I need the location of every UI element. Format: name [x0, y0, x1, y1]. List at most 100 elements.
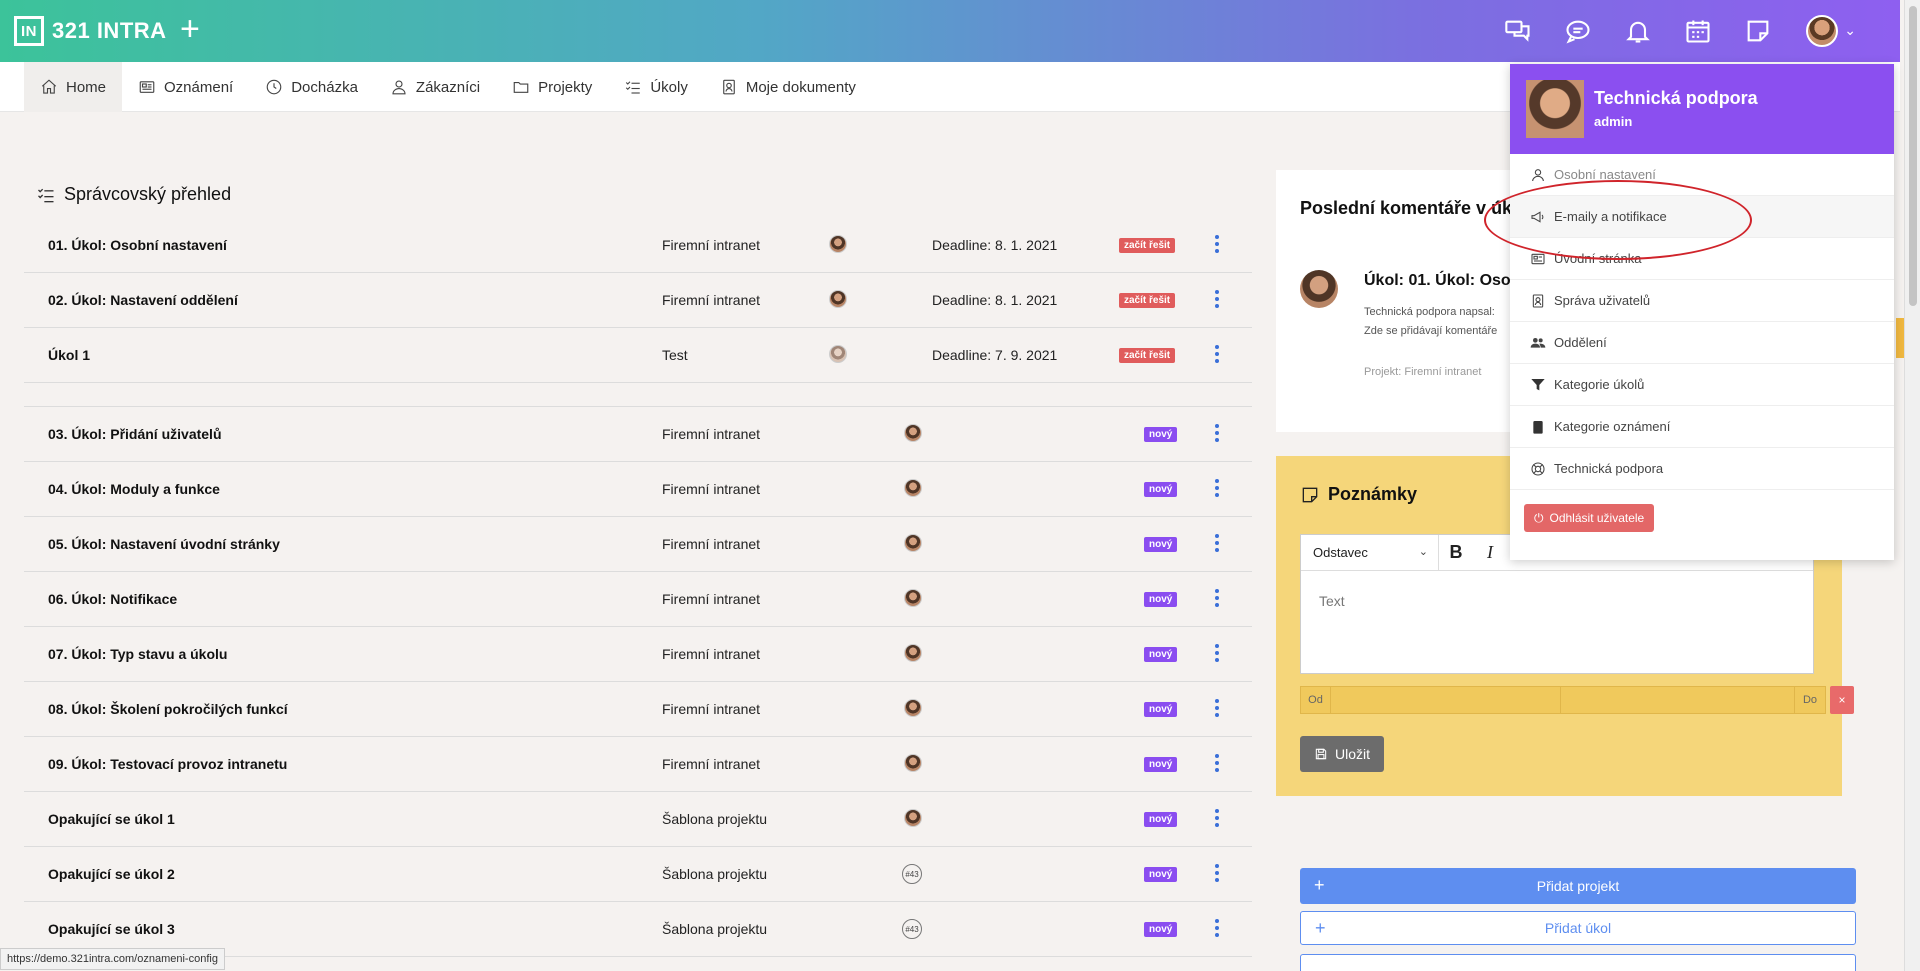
nav-item-tasks[interactable]: Úkoly: [608, 62, 704, 112]
table-row[interactable]: 06. Úkol: Notifikace Firemní intranet no…: [24, 572, 1252, 627]
task-name[interactable]: 07. Úkol: Typ stavu a úkolu: [48, 646, 227, 662]
clear-dates-button[interactable]: ×: [1830, 686, 1854, 714]
task-name[interactable]: Opakující se úkol 3: [48, 921, 175, 937]
additional-action-button[interactable]: [1300, 954, 1856, 971]
table-row[interactable]: Opakující se úkol 2 Šablona projektu #43…: [24, 847, 1252, 902]
task-name[interactable]: Opakující se úkol 2: [48, 866, 175, 882]
home-icon: [40, 78, 58, 96]
assignee-avatar: [904, 809, 922, 827]
scrollbar-thumb[interactable]: [1909, 6, 1917, 306]
page-scrollbar[interactable]: [1904, 0, 1920, 971]
paragraph-select[interactable]: Odstavec ⌄: [1301, 534, 1439, 571]
nav-item-announcements[interactable]: Oznámení: [122, 62, 249, 112]
task-name[interactable]: 03. Úkol: Přidání uživatelů: [48, 426, 222, 442]
more-options-icon[interactable]: [1214, 589, 1220, 607]
task-name[interactable]: 06. Úkol: Notifikace: [48, 591, 177, 607]
bell-icon[interactable]: [1608, 14, 1668, 48]
comment-task-link[interactable]: Úkol: 01. Úkol: Osob: [1364, 272, 1520, 290]
assignee-avatar: [904, 699, 922, 717]
bold-button[interactable]: B: [1439, 535, 1473, 571]
menu-item-tech-support[interactable]: Technická podpora: [1510, 448, 1894, 490]
app-logo[interactable]: IN 321 INTRA: [14, 16, 167, 46]
nav-item-my-documents[interactable]: Moje dokumenty: [704, 62, 872, 112]
user-icon: [390, 78, 408, 96]
nav-label: Moje dokumenty: [745, 78, 856, 96]
table-row[interactable]: 09. Úkol: Testovací provoz intranetu Fir…: [24, 737, 1252, 792]
menu-item-departments[interactable]: Oddělení: [1510, 322, 1894, 364]
table-row[interactable]: 08. Úkol: Školení pokročilých funkcí Fir…: [24, 682, 1252, 737]
task-deadline: Deadline: 7. 9. 2021: [932, 347, 1058, 363]
clipboard-icon: [1530, 419, 1546, 435]
task-name[interactable]: 09. Úkol: Testovací provoz intranetu: [48, 756, 287, 772]
more-options-icon[interactable]: [1214, 345, 1220, 363]
plus-icon: +: [1315, 918, 1326, 938]
more-options-icon[interactable]: [1214, 864, 1220, 882]
nav-item-home[interactable]: Home: [24, 62, 123, 112]
assignee-avatar: [829, 345, 847, 363]
more-options-icon[interactable]: [1214, 290, 1220, 308]
add-new-button[interactable]: +: [180, 12, 200, 46]
task-name[interactable]: 02. Úkol: Nastavení oddělení: [48, 292, 238, 308]
task-name[interactable]: 08. Úkol: Školení pokročilých funkcí: [48, 701, 288, 717]
add-task-button[interactable]: + Přidat úkol: [1300, 911, 1856, 945]
id-badge-icon: [1530, 293, 1546, 309]
editor-placeholder[interactable]: Text: [1319, 593, 1345, 609]
date-from-input[interactable]: [1331, 687, 1561, 713]
more-options-icon[interactable]: [1214, 699, 1220, 717]
more-options-icon[interactable]: [1214, 479, 1220, 497]
more-options-icon[interactable]: [1214, 424, 1220, 442]
menu-item-homepage[interactable]: Úvodní stránka: [1510, 238, 1894, 280]
nav-item-attendance[interactable]: Docházka: [249, 62, 374, 112]
menu-item-user-management[interactable]: Správa uživatelů: [1510, 280, 1894, 322]
save-note-button[interactable]: Uložit: [1300, 736, 1384, 772]
logout-section: ⏻ Odhlásit uživatele: [1510, 490, 1894, 548]
side-tab[interactable]: [1896, 318, 1904, 358]
more-options-icon[interactable]: [1214, 644, 1220, 662]
menu-item-announcement-categories[interactable]: Kategorie oznámení: [1510, 406, 1894, 448]
newspaper-icon: [138, 78, 156, 96]
table-row[interactable]: 05. Úkol: Nastavení úvodní stránky Firem…: [24, 517, 1252, 572]
table-row[interactable]: Opakující se úkol 1 Šablona projektu nov…: [24, 792, 1252, 847]
table-row[interactable]: 04. Úkol: Moduly a funkce Firemní intran…: [24, 462, 1252, 517]
nav-label: Docházka: [291, 78, 358, 96]
menu-item-task-categories[interactable]: Kategorie úkolů: [1510, 364, 1894, 406]
task-name[interactable]: 01. Úkol: Osobní nastavení: [48, 237, 227, 253]
comment-text: Zde se přidávají komentáře: [1364, 325, 1498, 337]
logout-button[interactable]: ⏻ Odhlásit uživatele: [1524, 504, 1655, 532]
more-options-icon[interactable]: [1214, 534, 1220, 552]
more-options-icon[interactable]: [1214, 809, 1220, 827]
comment-icon[interactable]: [1548, 14, 1608, 48]
menu-item-personal-settings[interactable]: Osobní nastavení: [1510, 154, 1894, 196]
table-row[interactable]: 07. Úkol: Typ stavu a úkolu Firemní intr…: [24, 627, 1252, 682]
date-to-input[interactable]: [1561, 687, 1795, 713]
menu-item-emails-notifications[interactable]: E-maily a notifikace: [1510, 196, 1894, 238]
task-name[interactable]: Opakující se úkol 1: [48, 811, 175, 827]
note-icon[interactable]: [1728, 14, 1788, 48]
task-name[interactable]: Úkol 1: [48, 347, 90, 363]
table-row[interactable]: 03. Úkol: Přidání uživatelů Firemní intr…: [24, 407, 1252, 462]
more-options-icon[interactable]: [1214, 919, 1220, 937]
logout-label: Odhlásit uživatele: [1549, 511, 1645, 525]
user-menu-header: Technická podpora admin: [1510, 64, 1894, 154]
status-badge: začít řešit: [1119, 293, 1176, 308]
chat-bubbles-icon[interactable]: [1488, 14, 1548, 48]
task-project: Firemní intranet: [662, 591, 761, 607]
task-project: Šablona projektu: [662, 921, 768, 937]
nav-item-customers[interactable]: Zákazníci: [374, 62, 496, 112]
more-options-icon[interactable]: [1214, 235, 1220, 253]
comment-project: Projekt: Firemní intranet: [1364, 366, 1482, 378]
nav-item-projects[interactable]: Projekty: [496, 62, 608, 112]
chevron-down-icon[interactable]: ⌄: [1844, 22, 1856, 39]
more-options-icon[interactable]: [1214, 754, 1220, 772]
italic-button[interactable]: I: [1473, 535, 1507, 571]
add-project-button[interactable]: + Přidat projekt: [1300, 868, 1856, 904]
table-row[interactable]: 02. Úkol: Nastavení oddělení Firemní int…: [24, 273, 1252, 328]
task-name[interactable]: 05. Úkol: Nastavení úvodní stránky: [48, 536, 280, 552]
menu-item-label: E-maily a notifikace: [1554, 209, 1667, 224]
calendar-icon[interactable]: [1668, 14, 1728, 48]
status-badge: nový: [1144, 427, 1178, 442]
user-avatar-button[interactable]: [1806, 15, 1838, 47]
table-row[interactable]: 01. Úkol: Osobní nastavení Firemní intra…: [24, 218, 1252, 273]
table-row[interactable]: Úkol 1 Test Deadline: 7. 9. 2021 začít ř…: [24, 328, 1252, 383]
task-name[interactable]: 04. Úkol: Moduly a funkce: [48, 481, 220, 497]
